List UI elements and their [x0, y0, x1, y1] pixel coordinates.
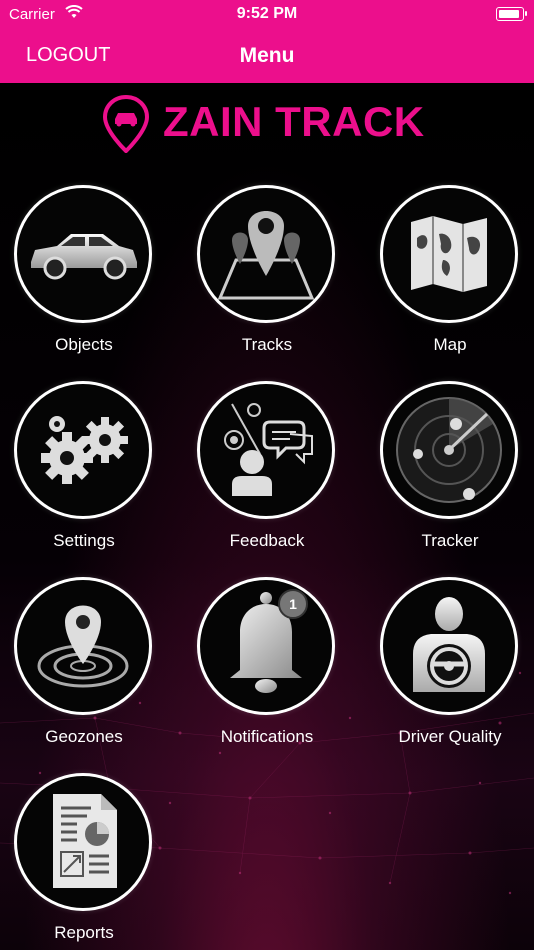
menu-item-circle: [197, 381, 335, 519]
driver-icon: [413, 597, 485, 692]
brand-name: ZAIN TRACK: [163, 98, 425, 145]
menu-item-reports[interactable]: Reports: [14, 773, 154, 948]
menu-item-circle: [14, 577, 152, 715]
location-pins-icon: [217, 211, 315, 300]
menu-item-tracker[interactable]: Tracker: [380, 381, 520, 556]
menu-item-driver-quality[interactable]: Driver Quality: [380, 577, 520, 752]
menu-item-label: Objects: [55, 335, 113, 354]
header-bar: Carrier 9:52 PM LOGOUT Menu: [0, 0, 534, 83]
menu-item-circle: [14, 773, 152, 911]
menu-item-geozones[interactable]: Geozones: [14, 577, 154, 752]
menu-item-circle: 1: [197, 577, 335, 715]
menu-item-label: Reports: [54, 923, 114, 942]
notification-badge: 1: [278, 589, 308, 619]
menu-item-circle: [380, 577, 518, 715]
geozone-pin-icon: [37, 605, 129, 688]
menu-screen: ZAIN TRACK Objects Tracks Map Settings F…: [0, 83, 534, 950]
menu-item-circle: [14, 381, 152, 519]
menu-item-label: Geozones: [45, 727, 123, 746]
menu-item-feedback[interactable]: Feedback: [197, 381, 337, 556]
car-icon: [31, 234, 137, 280]
menu-item-circle: [197, 185, 335, 323]
bell-icon: [230, 592, 302, 693]
menu-item-label: Notifications: [220, 727, 314, 746]
menu-item-label: Tracker: [421, 531, 479, 550]
battery-icon: [496, 7, 527, 21]
menu-item-label: Driver Quality: [398, 727, 502, 746]
menu-item-settings[interactable]: Settings: [14, 381, 154, 556]
menu-item-label: Settings: [53, 531, 115, 550]
menu-item-label: Feedback: [229, 531, 305, 550]
brand-logo: ZAIN TRACK: [103, 95, 433, 155]
car-pin-logo-icon: [103, 95, 149, 153]
clock: 9:52 PM: [236, 5, 298, 22]
menu-item-map[interactable]: Map: [380, 185, 520, 360]
folded-map-icon: [411, 216, 487, 292]
page-title: Menu: [239, 44, 295, 67]
menu-item-tracks[interactable]: Tracks: [197, 185, 337, 360]
feedback-icon: [224, 403, 313, 496]
badge-count: 1: [289, 596, 297, 612]
menu-item-label: Tracks: [241, 335, 293, 354]
report-document-icon: [53, 794, 117, 888]
menu-item-circle: [14, 185, 152, 323]
menu-item-objects[interactable]: Objects: [14, 185, 154, 360]
menu-item-label: Map: [433, 335, 467, 354]
radar-icon: [396, 397, 502, 503]
menu-item-circle: [380, 381, 518, 519]
status-bar: Carrier 9:52 PM: [0, 0, 534, 30]
gears-icon: [41, 416, 128, 484]
menu-item-notifications[interactable]: 1 Notifications: [197, 577, 337, 752]
menu-item-circle: [380, 185, 518, 323]
